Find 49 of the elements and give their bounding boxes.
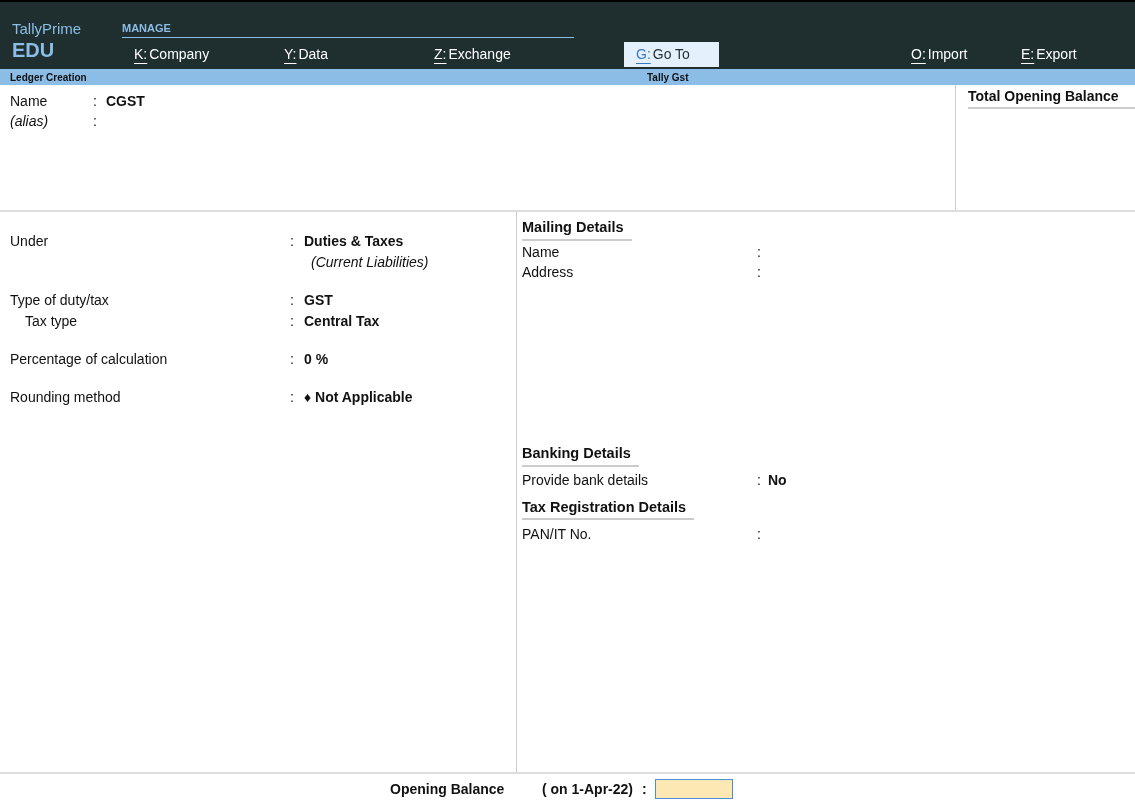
menu-item[interactable]: Y:Data: [272, 42, 422, 67]
colon: :: [642, 779, 648, 799]
field-label: PAN/IT No.: [522, 524, 593, 544]
menu-item[interactable]: G:Go To: [624, 42, 719, 67]
brand-edition: EDU: [12, 38, 56, 62]
field-label: Under: [10, 232, 50, 251]
field-value: No: [768, 471, 787, 490]
field-value: Duties & Taxes: [304, 232, 405, 251]
field-note: (Current Liabilities): [311, 253, 429, 272]
section-title: Banking Details: [522, 442, 639, 467]
field-value: 0 %: [304, 350, 329, 369]
screen-title: Ledger Creation: [10, 70, 88, 85]
field-label: Name: [10, 91, 49, 111]
field-label: Provide bank details: [522, 471, 650, 490]
colon: :: [290, 232, 295, 251]
field-label: Name: [522, 243, 561, 263]
menu-title: MANAGE: [122, 21, 171, 37]
colon: :: [290, 312, 295, 331]
colon: :: [290, 388, 295, 407]
panel-title: Total Opening Balance: [968, 86, 1135, 109]
colon: :: [290, 291, 295, 310]
colon: :: [93, 91, 98, 111]
field-value: Central Tax: [304, 312, 380, 331]
opening-balance-label: Opening Balance: [390, 779, 506, 799]
brand-name: TallyPrime: [12, 20, 83, 38]
colon: :: [757, 471, 762, 490]
company-name: Tally Gst: [647, 70, 689, 85]
field-label: Address: [522, 263, 575, 283]
field-value: CGST: [106, 91, 145, 111]
opening-balance-date: ( on 1-Apr-22): [542, 779, 633, 799]
colon: :: [757, 524, 762, 544]
menu-item[interactable]: E:Export: [1009, 42, 1119, 67]
field-value: GST: [304, 291, 333, 310]
opening-balance-field[interactable]: [655, 779, 733, 799]
colon: :: [290, 350, 295, 369]
colon: :: [757, 263, 762, 283]
section-title: Mailing Details: [522, 217, 632, 241]
menu-item[interactable]: O:Import: [899, 42, 1009, 67]
field-label: Type of duty/tax: [10, 291, 110, 310]
section-title: Tax Registration Details: [522, 496, 695, 521]
menu-item[interactable]: Z:Exchange: [422, 42, 572, 67]
field-label: (alias): [10, 111, 50, 131]
field-label: Rounding method: [10, 388, 122, 407]
colon: :: [93, 111, 98, 131]
field-label: Tax type: [24, 312, 79, 331]
field-label: Percentage of calculation: [10, 350, 169, 369]
field-value: ♦ Not Applicable: [304, 388, 413, 407]
colon: :: [757, 243, 762, 263]
menu-item[interactable]: K:Company: [122, 42, 272, 67]
